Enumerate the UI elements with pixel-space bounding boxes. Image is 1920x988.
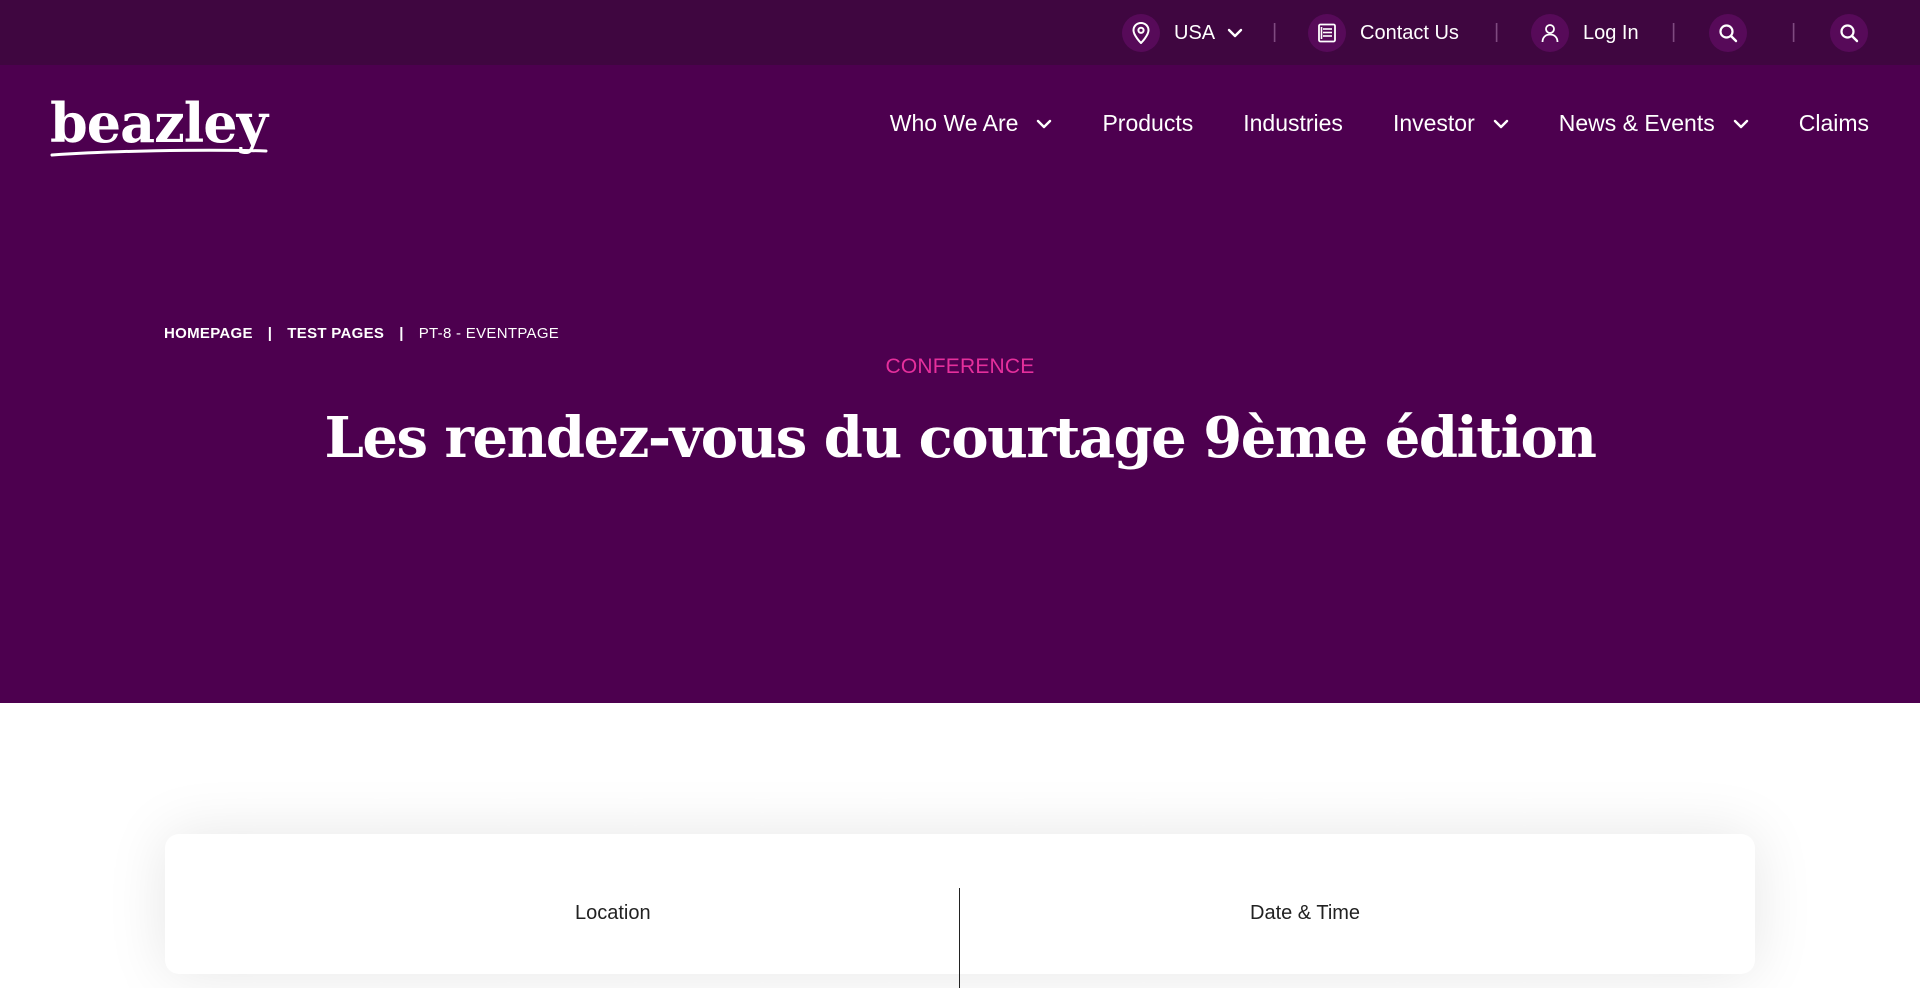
page-title: Les rendez-vous du courtage 9ème édition	[324, 405, 1597, 471]
contact-book-icon	[1308, 14, 1346, 52]
nav-item-claims[interactable]: Claims	[1799, 110, 1869, 137]
main-nav: Who We Are Products Industries Investor …	[840, 110, 1869, 137]
nav-item-who-we-are[interactable]: Who We Are	[890, 110, 1053, 137]
region-label: USA	[1174, 21, 1216, 44]
chevron-down-icon	[1037, 119, 1052, 128]
breadcrumb-separator: |	[267, 325, 273, 342]
breadcrumb-link-test-pages[interactable]: TEST PAGES	[287, 325, 384, 342]
login-label: Log In	[1583, 21, 1639, 44]
utility-separator: |	[1791, 21, 1797, 43]
breadcrumb-link-homepage[interactable]: HOMEPAGE	[164, 325, 253, 342]
contact-us-link[interactable]: Contact Us	[1308, 14, 1459, 52]
region-selector[interactable]: USA	[1122, 14, 1243, 52]
event-details-card: Location Date & Time	[165, 834, 1755, 988]
chevron-down-icon	[1227, 28, 1243, 38]
chevron-down-icon	[1733, 119, 1748, 128]
utility-separator: |	[1671, 21, 1677, 43]
breadcrumb: HOMEPAGE | TEST PAGES | PT-8 - EVENTPAGE	[164, 325, 559, 342]
beazley-logo[interactable]: beazley	[50, 93, 270, 173]
logo-swoosh	[50, 148, 268, 157]
nav-item-label: Investor	[1392, 110, 1475, 136]
breadcrumb-current: PT-8 - EVENTPAGE	[418, 325, 560, 342]
search-icon	[1830, 14, 1868, 52]
chevron-down-icon	[1493, 119, 1508, 128]
location-label: Location	[575, 902, 651, 924]
nav-item-label: Industries	[1243, 110, 1343, 136]
nav-item-label: Who We Are	[889, 110, 1019, 136]
nav-item-label: Products	[1102, 110, 1194, 136]
event-category: CONFERENCE	[885, 355, 1035, 378]
nav-item-news-events[interactable]: News & Events	[1559, 110, 1749, 137]
nav-item-investor[interactable]: Investor	[1393, 110, 1509, 137]
search-icon	[1709, 14, 1747, 52]
contact-us-label: Contact Us	[1360, 21, 1459, 44]
logo-text: beazley	[50, 91, 268, 155]
utility-separator: |	[1494, 21, 1500, 43]
card-divider	[959, 888, 960, 988]
user-icon	[1531, 14, 1569, 52]
login-link[interactable]: Log In	[1531, 14, 1639, 52]
datetime-label: Date & Time	[1250, 902, 1361, 924]
nav-item-label: News & Events	[1558, 110, 1715, 136]
map-pin-icon	[1122, 14, 1160, 52]
utility-separator: |	[1272, 21, 1278, 43]
utility-bar: USA | Contact Us | Log In | |	[0, 0, 1920, 65]
nav-item-label: Claims	[1798, 110, 1869, 136]
hero: beazley Who We Are Products Industries I…	[0, 65, 1920, 703]
search-button[interactable]	[1709, 14, 1747, 52]
nav-item-industries[interactable]: Industries	[1243, 110, 1343, 137]
breadcrumb-separator: |	[399, 325, 404, 342]
search-button-secondary[interactable]	[1830, 14, 1868, 52]
nav-item-products[interactable]: Products	[1102, 110, 1193, 137]
